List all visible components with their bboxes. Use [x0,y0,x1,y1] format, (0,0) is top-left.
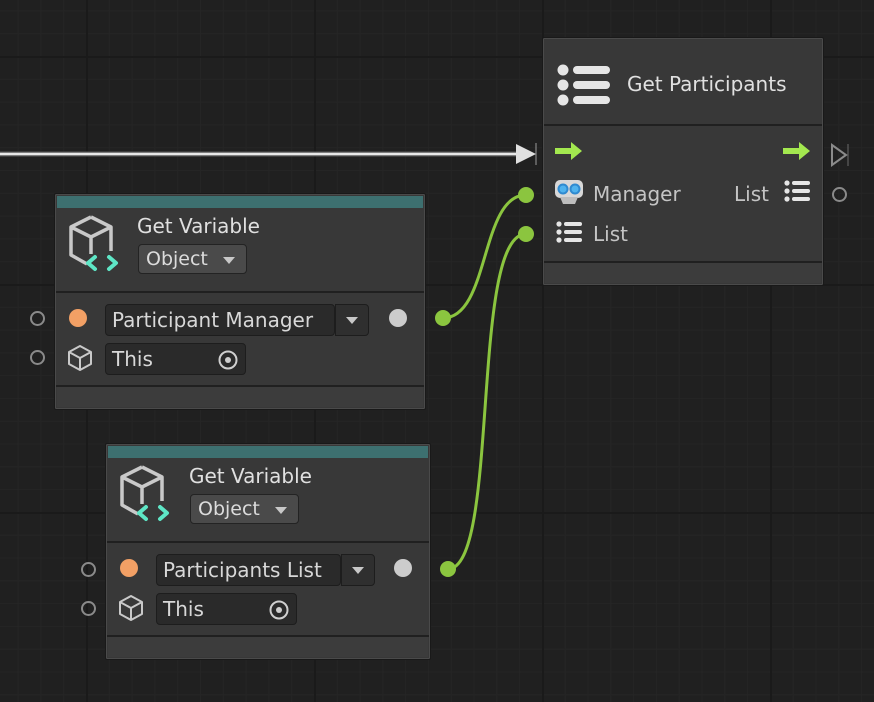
node-title: Get Variable [137,214,260,238]
variable-name-value: Participant Manager [112,308,314,332]
variable-name-value: Participants List [163,558,322,582]
input-label-manager: Manager [593,182,681,206]
output-label-list: List [734,182,769,206]
variable-kind-dropdown[interactable]: Object [190,494,299,524]
variable-name-port[interactable] [69,309,87,327]
target-input-port[interactable] [81,601,96,616]
vr-headset-icon [554,179,584,205]
input-port-manager [518,187,534,203]
value-edge-list[interactable] [447,232,527,571]
object-picker-icon[interactable] [217,349,239,371]
chevron-down-icon [275,507,287,514]
variable-name-field[interactable]: Participants List [156,554,341,586]
variable-value-port[interactable] [394,559,412,577]
target-object-value: This [112,347,153,371]
variable-name-dropdown-button[interactable] [335,304,369,336]
get-variable-node-participants-list[interactable]: Get Variable Object Participants List Th… [105,443,431,660]
value-edge-manager[interactable] [442,193,527,320]
get-participants-node[interactable]: Get Participants Manager List List [542,37,824,286]
node-title: Get Participants [627,72,787,96]
flow-in-arrow-icon[interactable] [555,142,583,160]
node-title: Get Variable [189,464,312,488]
flow-out-arrow-icon[interactable] [783,142,811,160]
variable-cube-icon [118,464,174,524]
variable-name-dropdown-button[interactable] [341,554,375,586]
target-object-value: This [163,597,204,621]
variable-kind-value: Object [146,248,208,270]
flow-edge-arrowhead [516,144,536,164]
variable-name-port[interactable] [120,559,138,577]
output-port-list [440,561,456,577]
flow-output-port[interactable] [830,143,850,167]
variable-kind-value: Object [198,498,260,520]
input-label-list: List [593,222,628,246]
list-icon [556,221,582,243]
variable-kind-dropdown[interactable]: Object [138,244,247,274]
target-input-port[interactable] [30,350,45,365]
list-output-port[interactable] [832,187,847,202]
chevron-down-icon [346,317,358,324]
variable-cube-icon [67,214,123,274]
cube-icon [67,344,93,372]
list-icon [784,180,810,202]
cube-icon [118,594,144,622]
object-picker-icon[interactable] [268,599,290,621]
input-port-list [518,226,534,242]
variable-name-input-port[interactable] [81,562,96,577]
chevron-down-icon [352,567,364,574]
variable-value-port[interactable] [389,309,407,327]
flow-edge[interactable] [0,143,537,165]
list-icon [556,63,612,107]
get-variable-node-participant-manager[interactable]: Get Variable Object Participant Manager … [54,193,426,410]
variable-name-input-port[interactable] [30,311,45,326]
variable-name-field[interactable]: Participant Manager [105,304,335,336]
chevron-down-icon [223,257,235,264]
output-port-manager [435,310,451,326]
